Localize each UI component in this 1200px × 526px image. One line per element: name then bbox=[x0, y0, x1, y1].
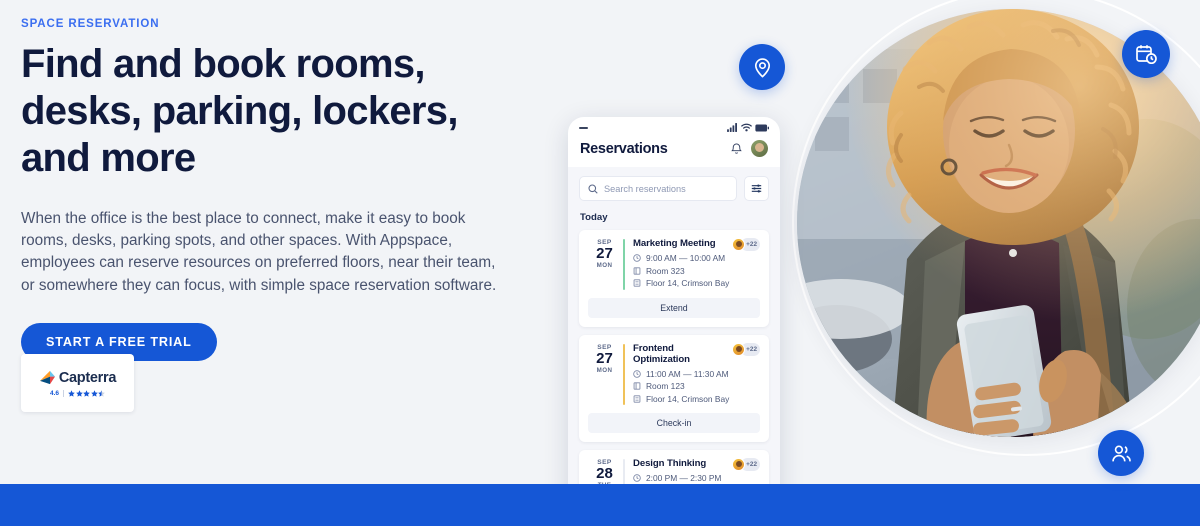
calendar-clock-icon-button[interactable] bbox=[1122, 30, 1170, 78]
people-icon bbox=[1111, 444, 1131, 461]
reservation-floor: Floor 14, Crimson Bay bbox=[646, 393, 730, 404]
reservation-time-row: 9:00 AM — 10:00 AM bbox=[633, 253, 760, 263]
attendee-avatar bbox=[732, 342, 746, 356]
date-weekday: MON bbox=[596, 366, 613, 374]
clock-icon bbox=[633, 254, 641, 262]
reservation-title-row: Frontend Optimization +22 bbox=[633, 342, 760, 369]
reservation-content: SEP 27 MON Marketing Meeting +22 9:00 AM… bbox=[579, 230, 769, 298]
hero-section: SPACE RESERVATION Find and book rooms, d… bbox=[0, 0, 1200, 526]
clock-icon bbox=[633, 474, 641, 482]
date-weekday: MON bbox=[596, 262, 613, 269]
people-icon-button[interactable] bbox=[1098, 430, 1144, 476]
header-actions bbox=[730, 140, 768, 157]
phone-mockup: Reservations Search reservations Today S… bbox=[568, 117, 780, 526]
search-row: Search reservations bbox=[568, 167, 780, 210]
reservation-time: 2:00 PM — 2:30 PM bbox=[646, 473, 722, 483]
building-icon bbox=[633, 394, 641, 403]
attendees-group[interactable]: +22 bbox=[732, 238, 760, 251]
reservation-title-row: Design Thinking +22 bbox=[633, 458, 760, 473]
date-day: 27 bbox=[596, 349, 613, 367]
reservation-floor-row: Floor 14, Crimson Bay bbox=[633, 394, 760, 404]
reservation-time-row: 2:00 PM — 2:30 PM bbox=[633, 473, 760, 483]
search-icon bbox=[588, 183, 598, 194]
hero-copy: SPACE RESERVATION Find and book rooms, d… bbox=[21, 18, 531, 362]
date-day: 28 bbox=[596, 465, 613, 482]
reservation-content: SEP 27 MON Frontend Optimization +22 11:… bbox=[579, 335, 769, 414]
phone-screen-title: Reservations bbox=[580, 140, 668, 157]
reservation-room-row: Room 323 bbox=[633, 266, 760, 276]
reservation-title: Marketing Meeting bbox=[633, 238, 716, 249]
attendees-group[interactable]: +22 bbox=[732, 342, 760, 356]
page-title: Find and book rooms, desks, parking, loc… bbox=[21, 42, 458, 180]
reservation-card[interactable]: SEP 27 MON Marketing Meeting +22 9:00 AM… bbox=[579, 230, 769, 327]
bottom-accent-bar bbox=[0, 484, 1200, 526]
eyebrow-label: SPACE RESERVATION bbox=[21, 18, 160, 30]
reservation-title: Frontend Optimization bbox=[633, 342, 690, 365]
divider bbox=[63, 389, 65, 397]
reservation-action-button[interactable]: Extend bbox=[588, 297, 760, 318]
star-icon bbox=[83, 389, 90, 397]
hero-description: When the office is the best place to con… bbox=[21, 210, 497, 294]
reservation-details: Frontend Optimization +22 11:00 AM — 11:… bbox=[633, 342, 760, 407]
capterra-wordmark: Capterra bbox=[58, 369, 117, 386]
reservation-title-row: Marketing Meeting +22 bbox=[633, 238, 760, 253]
avatar[interactable] bbox=[751, 140, 768, 157]
capterra-logo: Capterra bbox=[39, 370, 116, 386]
reservation-time: 9:00 AM — 10:00 AM bbox=[646, 253, 726, 263]
bell-icon[interactable] bbox=[730, 142, 743, 155]
capterra-score: 4.6 bbox=[49, 389, 60, 397]
star-icon bbox=[75, 389, 83, 397]
reservation-time-row: 11:00 AM — 11:30 AM bbox=[633, 369, 760, 379]
phone-status-bar bbox=[568, 117, 780, 138]
notch-indicator bbox=[579, 126, 588, 129]
bell-glyph-icon bbox=[731, 143, 742, 154]
reservation-floor: Floor 14, Crimson Bay bbox=[646, 278, 730, 288]
search-input[interactable]: Search reservations bbox=[579, 176, 737, 201]
date-day: 27 bbox=[596, 245, 613, 262]
capterra-stars bbox=[68, 389, 105, 397]
star-icon bbox=[90, 389, 98, 397]
search-placeholder: Search reservations bbox=[604, 183, 686, 194]
reservations-list: Today SEP 27 MON Marketing Meeting +22 9… bbox=[568, 210, 780, 526]
phone-header: Reservations bbox=[568, 138, 780, 167]
reservation-time: 11:00 AM — 11:30 AM bbox=[646, 368, 729, 379]
room-icon bbox=[633, 266, 641, 275]
star-icon bbox=[68, 389, 75, 397]
reservation-details: Marketing Meeting +22 9:00 AM — 10:00 AM bbox=[633, 238, 760, 291]
capterra-badge[interactable]: Capterra 4.6 bbox=[21, 354, 134, 412]
calendar-clock-icon bbox=[1136, 45, 1157, 65]
reservation-card[interactable]: SEP 27 MON Frontend Optimization +22 11:… bbox=[579, 334, 769, 442]
status-accent-bar bbox=[623, 343, 625, 405]
reservation-action-button[interactable]: Check-in bbox=[588, 413, 760, 433]
star-half-icon bbox=[98, 389, 105, 397]
reservation-date: SEP 27 MON bbox=[588, 343, 621, 407]
reservation-room: Room 123 bbox=[646, 381, 685, 391]
reservation-floor-row: Floor 14, Crimson Bay bbox=[633, 278, 760, 288]
clock-icon bbox=[633, 369, 641, 378]
location-pin-icon-button[interactable] bbox=[739, 44, 785, 90]
signal-icon bbox=[727, 123, 737, 132]
wifi-icon bbox=[741, 123, 752, 132]
room-icon bbox=[633, 382, 641, 390]
location-pin-icon bbox=[754, 57, 770, 78]
reservation-room-row: Room 123 bbox=[633, 381, 760, 391]
building-icon bbox=[633, 279, 641, 287]
reservation-room: Room 323 bbox=[646, 265, 685, 276]
status-icons bbox=[727, 123, 769, 132]
attendees-group[interactable]: +22 bbox=[732, 458, 760, 471]
reservation-date: SEP 27 MON bbox=[588, 238, 621, 291]
capterra-mark-icon bbox=[39, 370, 55, 385]
status-accent-bar bbox=[623, 239, 625, 290]
filter-sliders-icon bbox=[751, 184, 762, 193]
battery-icon bbox=[755, 124, 769, 131]
section-label-today: Today bbox=[580, 212, 608, 223]
filter-button[interactable] bbox=[744, 176, 769, 201]
reservation-title: Design Thinking bbox=[633, 458, 707, 469]
capterra-rating: 4.6 bbox=[49, 389, 105, 397]
